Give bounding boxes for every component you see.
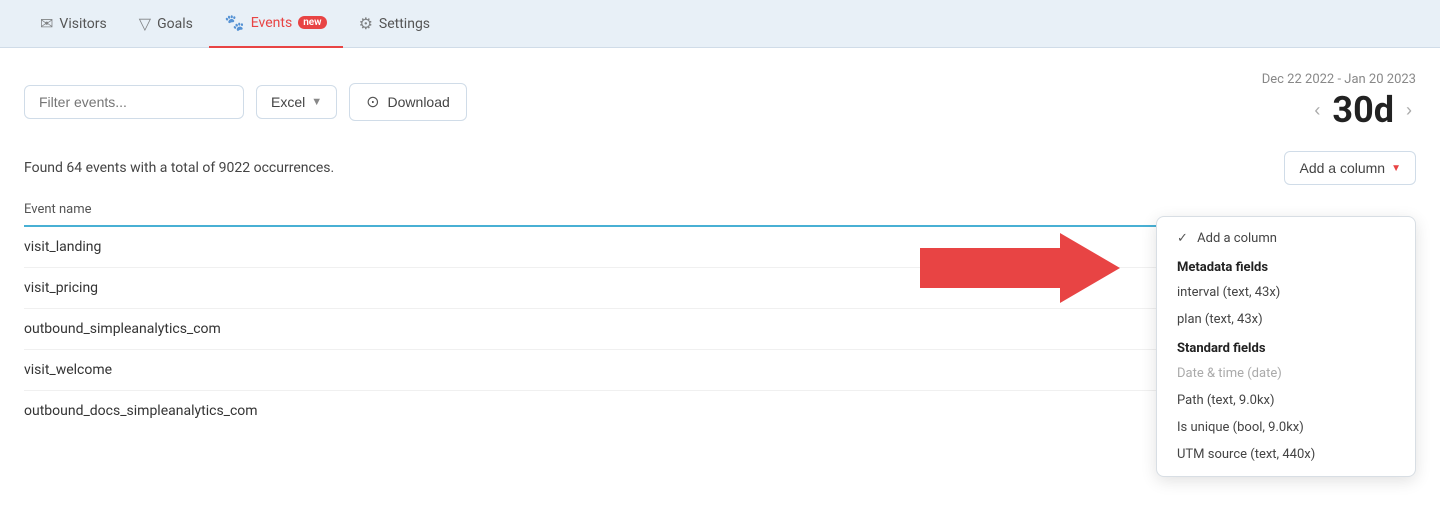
dropdown-interval-item[interactable]: interval (text, 43x) [1157,279,1415,306]
nav-goals-label: Goals [157,16,193,32]
period-next-button[interactable]: › [1402,100,1416,121]
event-name: visit_pricing [24,280,98,296]
event-name-column-header: Event name [24,202,92,217]
plan-label: plan (text, 43x) [1177,312,1263,327]
add-column-caret-icon: ▼ [1391,163,1401,174]
nav-goals[interactable]: ▽ Goals [123,0,209,48]
excel-caret-icon: ▼ [311,96,322,108]
download-label: Download [388,94,450,110]
date-range-text: Dec 22 2022 - Jan 20 2023 [1262,72,1416,87]
main-content: Excel ▼ ⊙ Download Dec 22 2022 - Jan 20 … [0,48,1440,524]
dropdown-plan-item[interactable]: plan (text, 43x) [1157,306,1415,333]
isunique-label: Is unique (bool, 9.0kx) [1177,420,1304,435]
dropdown-utmsource-item[interactable]: UTM source (text, 440x) [1157,441,1415,468]
standard-fields-label: Standard fields [1177,341,1266,356]
excel-label: Excel [271,94,305,110]
dropdown-path-item[interactable]: Path (text, 9.0kx) [1157,387,1415,414]
summary-row: Found 64 events with a total of 9022 occ… [24,151,1416,185]
events-badge: new [298,16,326,29]
nav-settings[interactable]: ⚙ Settings [343,0,446,48]
nav-events[interactable]: 🐾 Events new [209,0,343,48]
summary-text: Found 64 events with a total of 9022 occ… [24,160,334,176]
event-name: outbound_simpleanalytics_com [24,321,221,337]
top-navigation: ✉ Visitors ▽ Goals 🐾 Events new ⚙ Settin… [0,0,1440,48]
dropdown-checked-item[interactable]: ✓ Add a column [1157,225,1415,252]
datetime-label: Date & time (date) [1177,366,1282,381]
dropdown-section-metadata: Metadata fields [1157,252,1415,279]
events-icon: 🐾 [225,13,245,32]
visitors-icon: ✉ [40,14,53,33]
event-name: outbound_docs_simpleanalytics_com [24,403,258,419]
nav-visitors-label: Visitors [59,16,106,32]
add-column-button[interactable]: Add a column ▼ [1284,151,1416,185]
add-column-dropdown: ✓ Add a column Metadata fields interval … [1156,216,1416,477]
metadata-fields-label: Metadata fields [1177,260,1268,275]
excel-button[interactable]: Excel ▼ [256,85,337,119]
interval-label: interval (text, 43x) [1177,285,1280,300]
download-button[interactable]: ⊙ Download [349,83,467,121]
event-name: visit_welcome [24,362,112,378]
download-icon: ⊙ [366,92,379,112]
toolbar: Excel ▼ ⊙ Download Dec 22 2022 - Jan 20 … [24,72,1416,131]
period-prev-button[interactable]: ‹ [1310,100,1324,121]
goals-icon: ▽ [139,14,151,33]
add-column-label: Add a column [1299,160,1385,176]
dropdown-isunique-item[interactable]: Is unique (bool, 9.0kx) [1157,414,1415,441]
path-label: Path (text, 9.0kx) [1177,393,1275,408]
period-label: 30d [1332,89,1394,131]
nav-events-label: Events [251,15,292,31]
utmsource-label: UTM source (text, 440x) [1177,447,1315,462]
dropdown-section-standard: Standard fields [1157,333,1415,360]
nav-settings-label: Settings [379,16,430,32]
nav-visitors[interactable]: ✉ Visitors [24,0,123,48]
date-range-area: Dec 22 2022 - Jan 20 2023 ‹ 30d › [1262,72,1416,131]
settings-icon: ⚙ [359,14,373,33]
dropdown-datetime-item: Date & time (date) [1157,360,1415,387]
dropdown-add-column-label: Add a column [1197,231,1277,246]
period-selector: ‹ 30d › [1262,89,1416,131]
event-name: visit_landing [24,239,101,255]
filter-input[interactable] [24,85,244,119]
checkmark-icon: ✓ [1177,231,1188,246]
